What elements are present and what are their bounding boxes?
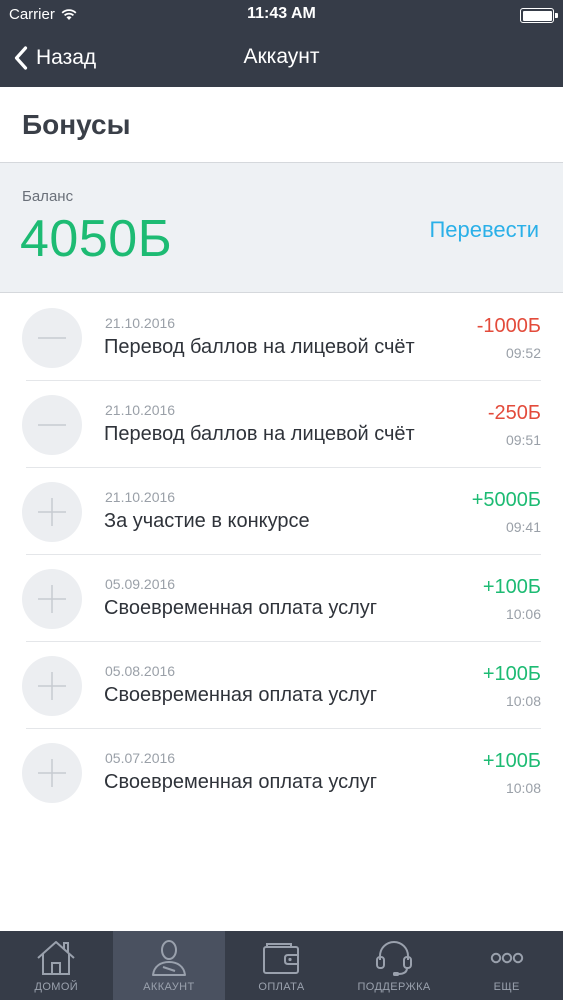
transaction-description: Перевод баллов на лицевой счёт <box>104 336 415 358</box>
transaction-time: 09:52 <box>505 345 541 361</box>
status-time: 11:43 AM <box>247 5 316 22</box>
transaction-description: Своевременная оплата услуг <box>104 771 378 793</box>
transaction-date: 05.09.2016 <box>105 576 176 592</box>
transaction-date: 21.10.2016 <box>105 489 176 505</box>
tab-bar: ДОМОЙ АККАУНТ ОПЛАТА ПОДДЕРЖКА ЕЩЕ <box>0 931 563 1000</box>
minus-icon <box>22 395 82 455</box>
transaction-time: 10:06 <box>505 606 541 622</box>
tab-label: ЕЩЕ <box>493 981 520 993</box>
wallet-icon <box>259 938 303 978</box>
tab-payment[interactable]: ОПЛАТА <box>225 931 338 1000</box>
user-icon <box>147 938 191 978</box>
transaction-amount: -1000Б <box>476 315 541 337</box>
transaction-description: За участие в конкурсе <box>104 510 310 532</box>
plus-icon <box>22 743 82 803</box>
transaction-time: 09:51 <box>505 432 541 448</box>
list-item[interactable]: 05.09.2016 Своевременная оплата услуг +1… <box>0 555 563 642</box>
status-bar: Carrier 11:43 AM <box>0 0 563 30</box>
transaction-time: 09:41 <box>505 519 541 535</box>
transaction-time: 10:08 <box>505 693 541 709</box>
tab-support[interactable]: ПОДДЕРЖКА <box>338 931 451 1000</box>
plus-icon <box>22 482 82 542</box>
transaction-amount: +100Б <box>482 576 541 598</box>
transaction-description: Своевременная оплата услуг <box>104 597 378 619</box>
balance-label: Баланс <box>22 188 74 205</box>
list-item[interactable]: 05.08.2016 Своевременная оплата услуг +1… <box>0 642 563 729</box>
transaction-amount: -250Б <box>487 402 541 424</box>
transaction-date: 05.07.2016 <box>105 750 176 766</box>
tab-more[interactable]: ЕЩЕ <box>450 931 563 1000</box>
plus-icon <box>22 569 82 629</box>
tab-label: ПОДДЕРЖКА <box>357 981 431 993</box>
headset-icon <box>372 938 416 978</box>
tab-label: ОПЛАТА <box>258 981 305 993</box>
plus-icon <box>22 656 82 716</box>
list-item[interactable]: 21.10.2016 Перевод баллов на лицевой счё… <box>0 381 563 468</box>
tab-label: ДОМОЙ <box>34 981 79 993</box>
transfer-button[interactable]: Перевести <box>429 217 539 243</box>
section-title: Бонусы <box>22 109 131 140</box>
more-icon <box>485 938 529 978</box>
transaction-date: 21.10.2016 <box>105 315 176 331</box>
transaction-description: Перевод баллов на лицевой счёт <box>104 423 415 445</box>
page-title: Аккаунт <box>243 45 320 68</box>
transaction-date: 21.10.2016 <box>105 402 176 418</box>
tab-account[interactable]: АККАУНТ <box>112 931 226 1000</box>
transaction-time: 10:08 <box>505 780 541 796</box>
navigation-bar: Назад Аккаунт <box>0 30 563 87</box>
home-icon <box>34 938 78 978</box>
balance-panel: Баланс 4050Б Перевести <box>0 163 563 293</box>
tab-home[interactable]: ДОМОЙ <box>0 931 113 1000</box>
transactions-list: 21.10.2016 Перевод баллов на лицевой счё… <box>0 294 563 816</box>
list-item[interactable]: 05.07.2016 Своевременная оплата услуг +1… <box>0 729 563 816</box>
transaction-date: 05.08.2016 <box>105 663 176 679</box>
list-item[interactable]: 21.10.2016 За участие в конкурсе +5000Б … <box>0 468 563 555</box>
transaction-amount: +100Б <box>482 750 541 772</box>
list-item[interactable]: 21.10.2016 Перевод баллов на лицевой счё… <box>0 294 563 381</box>
battery-icon <box>520 8 558 23</box>
transaction-amount: +5000Б <box>471 489 541 511</box>
transaction-amount: +100Б <box>482 663 541 685</box>
tab-label: АККАУНТ <box>143 981 195 993</box>
balance-amount: 4050Б <box>20 210 173 268</box>
transaction-description: Своевременная оплата услуг <box>104 684 378 706</box>
minus-icon <box>22 308 82 368</box>
section-header: Бонусы <box>0 87 563 163</box>
